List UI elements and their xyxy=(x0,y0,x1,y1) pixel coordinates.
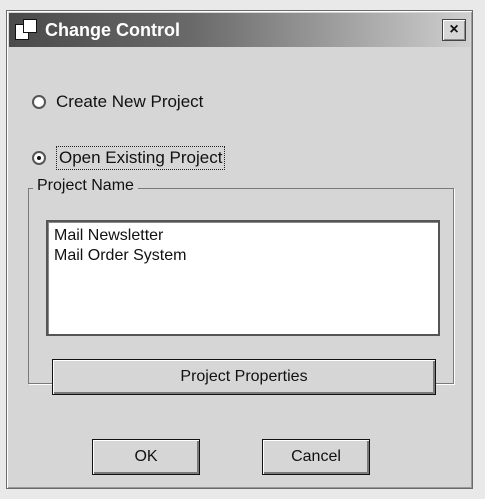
radio-button-create[interactable] xyxy=(32,95,46,109)
app-icon xyxy=(15,18,39,42)
radio-create-new-project[interactable]: Create New Project xyxy=(32,92,203,112)
project-properties-button[interactable]: Project Properties xyxy=(52,359,436,395)
cancel-button[interactable]: Cancel xyxy=(262,439,370,475)
project-listbox[interactable]: Mail Newsletter Mail Order System xyxy=(46,220,440,336)
radio-create-label: Create New Project xyxy=(56,92,204,111)
ok-button[interactable]: OK xyxy=(92,439,200,475)
title-bar[interactable]: Change Control × xyxy=(9,13,470,47)
list-item[interactable]: Mail Newsletter xyxy=(54,226,432,246)
list-item[interactable]: Mail Order System xyxy=(54,246,432,266)
radio-open-existing-project[interactable]: Open Existing Project xyxy=(32,146,226,170)
radio-open-label: Open Existing Project xyxy=(56,146,226,170)
radio-button-open[interactable] xyxy=(32,151,46,165)
close-icon[interactable]: × xyxy=(442,19,466,41)
window-title: Change Control xyxy=(45,19,180,40)
app-icon-doc-front xyxy=(23,19,37,33)
groupbox-label: Project Name xyxy=(33,177,138,195)
